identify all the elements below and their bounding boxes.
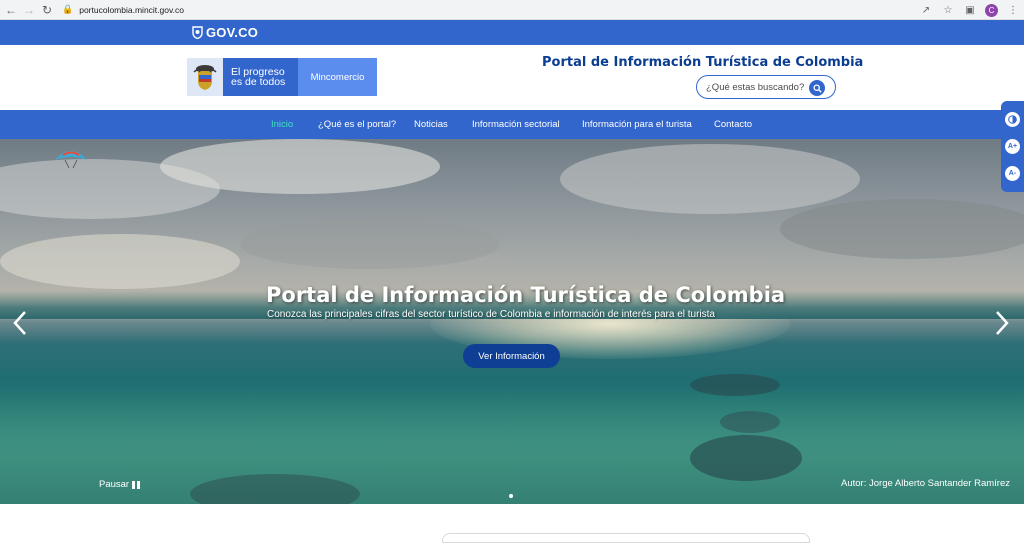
nav-item-informacion-para-el-turista[interactable]: Información para el turista: [582, 119, 692, 130]
content-card: [442, 533, 810, 543]
stingray: [690, 435, 802, 481]
cloud: [780, 199, 1024, 259]
ver-informacion-button[interactable]: Ver Información: [463, 344, 560, 368]
increase-font-button[interactable]: A+: [1005, 139, 1020, 154]
cloud: [240, 219, 500, 269]
hero-carousel: Portal de Información Turística de Colom…: [0, 139, 1024, 504]
stingray: [720, 411, 780, 433]
cloud: [560, 144, 860, 214]
cloud: [0, 234, 240, 289]
logo-slogan-line2: es de todos: [231, 76, 286, 88]
gov-co-logo[interactable]: GOV.CO: [192, 25, 258, 40]
reload-icon[interactable]: ↻: [38, 1, 56, 19]
hero-title: Portal de Información Turística de Colom…: [266, 283, 786, 307]
address-bar[interactable]: portucolombia.mincit.gov.co: [79, 5, 184, 15]
search-input[interactable]: [706, 81, 811, 93]
nav-item-inicio[interactable]: Inicio: [271, 119, 293, 130]
accessibility-toolbar: A+ A-: [1001, 101, 1024, 192]
gov-co-bar: GOV.CO: [0, 20, 1024, 45]
nav-item-que-es-el-portal[interactable]: ¿Qué es el portal?: [318, 119, 396, 130]
menu-kebab-icon[interactable]: ⋮: [1006, 1, 1020, 19]
main-navigation: Inicio ¿Qué es el portal? Noticias Infor…: [0, 110, 1024, 139]
pause-icon: [132, 480, 141, 489]
chevron-left-icon: [13, 311, 26, 335]
site-header: El progreso es de todos Mincomercio Port…: [0, 45, 1024, 110]
side-panel-icon[interactable]: ▣: [963, 1, 977, 19]
cloud: [160, 139, 440, 194]
logo-slogan: El progreso es de todos: [223, 58, 298, 96]
forward-icon[interactable]: →: [20, 1, 38, 19]
gov-shield-icon: [192, 26, 203, 39]
pause-label: Pausar: [99, 479, 130, 490]
gov-co-text: GOV.CO: [206, 25, 259, 40]
photo-credit: Autor: Jorge Alberto Santander Ramírez: [841, 478, 1010, 489]
site-title: Portal de Información Turística de Colom…: [542, 55, 864, 70]
lock-icon[interactable]: 🔒: [62, 4, 73, 15]
stingray: [690, 374, 780, 396]
profile-avatar[interactable]: C: [985, 3, 998, 17]
chevron-right-icon: [996, 311, 1009, 335]
coat-of-arms-icon: [187, 58, 223, 96]
browser-toolbar: ← → ↻ 🔒 portucolombia.mincit.gov.co ↗ ☆ …: [0, 0, 1024, 20]
search-bar: [696, 75, 836, 99]
contrast-icon[interactable]: [1005, 112, 1020, 127]
carousel-prev-button[interactable]: [10, 309, 30, 337]
back-icon[interactable]: ←: [2, 1, 20, 19]
search-icon: [812, 83, 822, 93]
search-button[interactable]: [809, 80, 825, 96]
nav-item-informacion-sectorial[interactable]: Información sectorial: [472, 119, 560, 130]
carousel-indicators: [509, 494, 513, 498]
kite-icon: [55, 151, 87, 169]
pause-button[interactable]: Pausar: [99, 479, 141, 490]
bookmark-star-icon[interactable]: ☆: [941, 1, 955, 19]
government-logo[interactable]: El progreso es de todos Mincomercio: [187, 58, 377, 96]
decrease-font-button[interactable]: A-: [1005, 166, 1020, 181]
ministry-name: Mincomercio: [298, 58, 377, 96]
hero-subtitle: Conozca las principales cifras del secto…: [267, 309, 715, 320]
nav-item-contacto[interactable]: Contacto: [714, 119, 752, 130]
carousel-dot[interactable]: [509, 494, 513, 498]
carousel-next-button[interactable]: [992, 309, 1012, 337]
share-icon[interactable]: ↗: [919, 1, 933, 19]
nav-item-noticias[interactable]: Noticias: [414, 119, 448, 130]
